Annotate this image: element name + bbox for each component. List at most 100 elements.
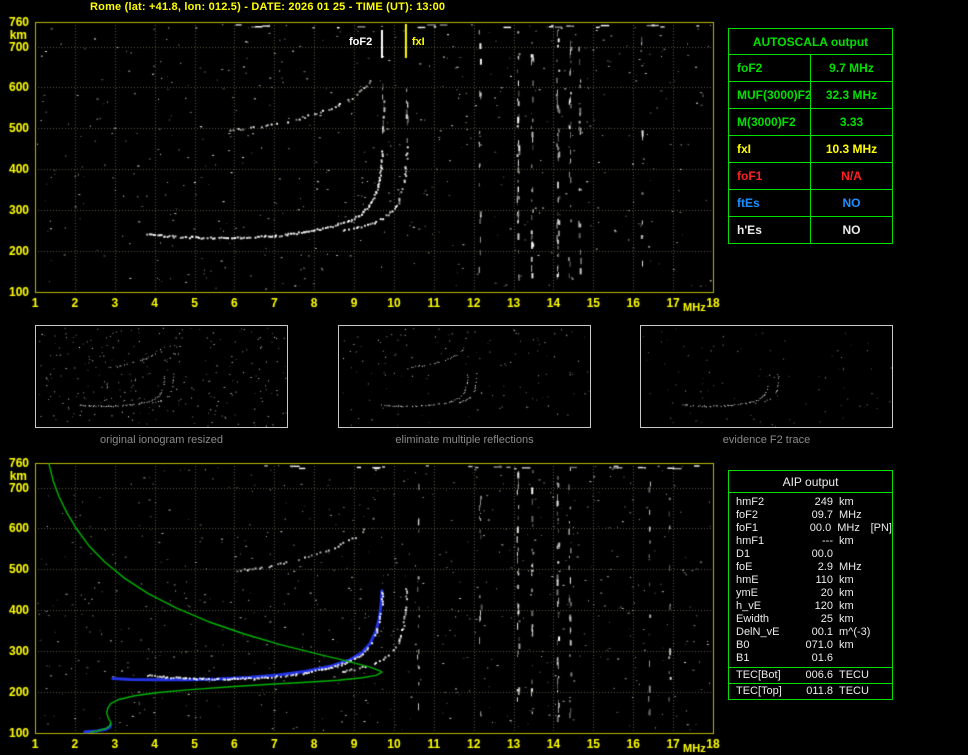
autoscala-output-panel: AUTOSCALA output foF2 9.7 MHz MUF(3000)F2 3… xyxy=(728,28,893,244)
aip-unit: km xyxy=(839,613,854,625)
aip-label: B0 xyxy=(736,639,750,651)
aip-unit: km xyxy=(839,535,854,547)
aip-row: ymE 20 km xyxy=(729,587,892,600)
aip-output-rows: hmF2 249 km foF2 09.7 MHz foF1 00.0 MHz [PN] hmF1 -… xyxy=(729,493,892,667)
aip-unit: MHz xyxy=(839,561,862,573)
ionogram-plot: foF2 fxI xyxy=(0,16,726,314)
autoscala-param: MUF(3000)F2 xyxy=(729,82,812,108)
aip-note: [PN] xyxy=(870,522,892,534)
aip-value: 01.6 xyxy=(811,652,833,664)
aip-label: Ewidth xyxy=(736,613,770,625)
aip-unit xyxy=(839,652,873,665)
autoscala-value: N/A xyxy=(841,169,862,183)
thumbnail-original-canvas xyxy=(36,326,287,427)
aip-label: DelN_vE xyxy=(736,626,780,638)
aip-value: 110 xyxy=(815,574,833,586)
aip-note xyxy=(873,639,892,652)
aip-label: hmF1 xyxy=(736,535,765,547)
aip-label: foF2 xyxy=(736,509,759,521)
fxi-marker-label: fxI xyxy=(411,36,425,48)
thumbnail-filtered-canvas xyxy=(339,326,590,427)
aip-row: hmE 110 km xyxy=(729,574,892,587)
aip-unit: TECU xyxy=(839,669,869,681)
aip-label: TEC[Top] xyxy=(736,685,782,697)
station-date-title: Rome (lat: +41.8, lon: 012.5) - DATE: 20… xyxy=(90,1,446,13)
aip-note xyxy=(873,626,892,639)
autoscala-value: NO xyxy=(842,196,861,210)
aip-note xyxy=(873,668,892,683)
autoscala-row: fxI 10.3 MHz xyxy=(729,136,892,163)
aip-row: B0 071.0 km xyxy=(729,639,892,652)
aip-note xyxy=(873,548,892,561)
aip-label: hmF2 xyxy=(736,496,765,508)
aip-row: Ewidth 25 km xyxy=(729,613,892,626)
aip-value: --- xyxy=(822,535,833,547)
aip-row: D1 00.0 xyxy=(729,548,892,561)
thumbnail-caption-filtered: eliminate multiple reflections xyxy=(395,434,534,446)
aip-tec-rows: TEC[Bot] 006.6 TECU TEC[Top] 011.8 TECU xyxy=(729,667,892,699)
ionogram-canvas xyxy=(0,16,726,314)
aip-output-header: AIP output xyxy=(729,471,892,493)
aip-value: 011.8 xyxy=(806,685,833,697)
aip-unit: TECU xyxy=(839,685,869,697)
aip-note xyxy=(873,613,892,626)
aip-note xyxy=(873,600,892,613)
aip-value: 09.7 xyxy=(811,509,833,521)
aip-unit: km xyxy=(839,574,854,586)
aip-unit: MHz xyxy=(839,509,862,521)
aip-value: 006.6 xyxy=(805,669,833,681)
aip-unit: km xyxy=(839,600,854,612)
autoscala-row: h'Es NO xyxy=(729,217,892,243)
aip-value: 20 xyxy=(820,587,833,599)
autoscala-param: h'Es xyxy=(729,217,811,243)
autoscala-param: foF2 xyxy=(729,55,811,81)
aip-label: h_vE xyxy=(736,600,762,612)
aip-label: foF1 xyxy=(736,522,759,534)
aip-note xyxy=(873,561,892,574)
autoscala-row: ftEs NO xyxy=(729,190,892,217)
aip-row: foF1 00.0 MHz [PN] xyxy=(729,522,892,535)
autoscala-value: 3.33 xyxy=(839,115,864,129)
autoscala-row: foF1 N/A xyxy=(729,163,892,190)
autoscala-value: 9.7 MHz xyxy=(829,61,874,75)
aip-note xyxy=(873,574,892,587)
aip-label: D1 xyxy=(736,548,751,560)
autoscala-value: 10.3 MHz xyxy=(825,142,878,156)
aip-unit: m^(-3) xyxy=(839,626,871,638)
aip-row: TEC[Top] 011.8 TECU xyxy=(729,683,892,699)
aip-label: hmE xyxy=(736,574,759,586)
aip-value: 120 xyxy=(814,600,833,612)
aip-unit: km xyxy=(839,639,854,651)
aip-value: 00.1 xyxy=(811,626,833,638)
thumbnail-caption-original: original ionogram resized xyxy=(100,434,223,446)
aip-note xyxy=(873,587,892,600)
aip-note xyxy=(873,684,892,699)
aip-note xyxy=(873,652,892,665)
aip-value: 249 xyxy=(814,496,833,508)
aip-unit: km xyxy=(839,496,854,508)
thumbnail-caption-f2-trace: evidence F2 trace xyxy=(722,434,811,446)
autoscala-output-rows: foF2 9.7 MHz MUF(3000)F2 32.3 MHz M(3000)F2 3… xyxy=(729,55,892,243)
aip-row: hmF1 --- km xyxy=(729,535,892,548)
autoscala-row: MUF(3000)F2 32.3 MHz xyxy=(729,82,892,109)
autoscala-window: Rome (lat: +41.8, lon: 012.5) - DATE: 20… xyxy=(0,0,968,755)
autoscala-row: M(3000)F2 3.33 xyxy=(729,109,892,136)
aip-value: 071.0 xyxy=(805,639,833,651)
autoscala-param: fxI xyxy=(729,136,811,162)
aip-output-panel: AIP output hmF2 249 km foF2 09.7 MHz foF1 00.0 M… xyxy=(728,470,893,700)
profile-canvas xyxy=(0,457,726,755)
aip-row: foF2 09.7 MHz xyxy=(729,509,892,522)
aip-value: 00.0 xyxy=(811,548,833,560)
aip-value: 25 xyxy=(820,613,833,625)
thumbnail-filtered xyxy=(338,325,591,428)
aip-row: hmF2 249 km xyxy=(729,496,892,509)
thumbnail-f2-trace-canvas xyxy=(641,326,892,427)
autoscala-value: 32.3 MHz xyxy=(825,88,878,102)
autoscala-output-header: AUTOSCALA output xyxy=(729,29,892,55)
autoscala-param: M(3000)F2 xyxy=(729,109,811,135)
aip-value: 2.9 xyxy=(817,561,833,573)
aip-row: h_vE 120 km xyxy=(729,600,892,613)
aip-unit: MHz xyxy=(837,522,860,534)
profile-plot xyxy=(0,457,726,755)
aip-row: TEC[Bot] 006.6 TECU xyxy=(729,667,892,683)
